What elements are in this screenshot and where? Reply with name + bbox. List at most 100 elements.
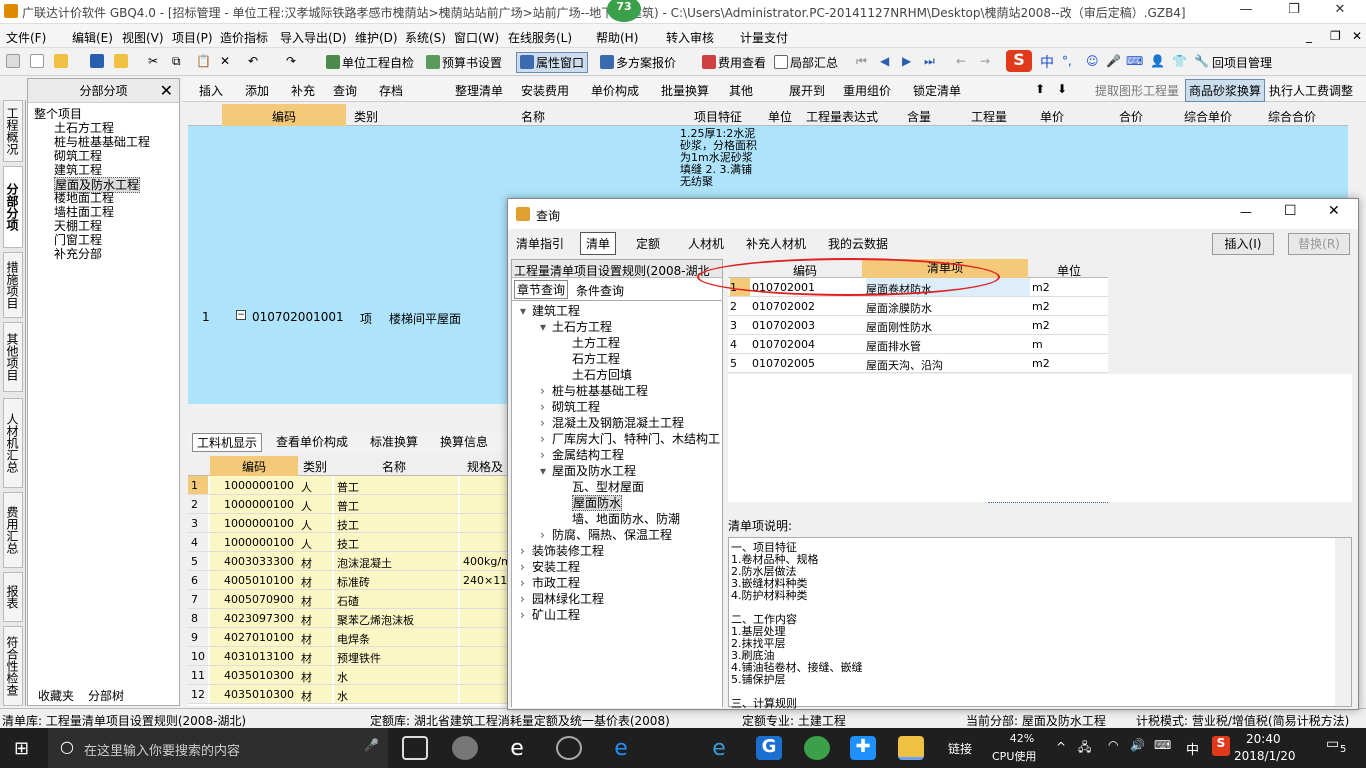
wifi-icon[interactable]: ◠ xyxy=(1108,738,1118,752)
col-content[interactable]: 含量 xyxy=(884,108,954,125)
budget-settings-button[interactable]: 预算书设置 xyxy=(426,54,502,71)
menu-window[interactable]: 窗口(W) xyxy=(454,29,499,46)
col-unit-total[interactable]: 综合单价 xyxy=(1168,108,1248,125)
menu-edit[interactable]: 编辑(E) xyxy=(72,29,113,46)
sogou-ime-icon[interactable]: S xyxy=(1006,50,1032,72)
lock-list-button[interactable]: 锁定清单 xyxy=(913,82,961,99)
tree-node[interactable]: 石方工程 xyxy=(560,351,620,367)
tree-node[interactable]: › 桩与桩基基础工程 xyxy=(540,383,648,399)
expand-arrow-icon[interactable]: › xyxy=(540,431,552,447)
expand-arrow-icon[interactable]: › xyxy=(540,415,552,431)
expand-arrow-icon[interactable]: ▾ xyxy=(540,319,552,335)
splitter-handle[interactable] xyxy=(988,502,1108,508)
insert-button[interactable]: 插入 xyxy=(199,82,223,99)
col-quantity[interactable]: 工程量 xyxy=(956,108,1022,125)
forward-icon[interactable]: → xyxy=(980,54,990,68)
back-icon[interactable]: ← xyxy=(956,54,966,68)
cell-name[interactable]: 预埋铁件 xyxy=(334,647,458,665)
tree-node[interactable]: › 厂库房大门、特种门、木结构工 xyxy=(540,431,720,447)
tab-other-items[interactable]: 其他项目 xyxy=(3,322,23,392)
return-project-button[interactable]: 回项目管理 xyxy=(1212,54,1272,71)
cell-spec[interactable] xyxy=(460,514,510,532)
menu-measure-pay[interactable]: 计量支付 xyxy=(740,29,788,46)
tree-node[interactable]: 天棚工程 xyxy=(54,219,102,233)
tab-reports[interactable]: 报表 xyxy=(3,572,23,622)
col-total[interactable]: 综合合价 xyxy=(1252,108,1332,125)
cell-name[interactable]: 聚苯乙烯泡沫板 xyxy=(334,609,458,627)
cell-list-item[interactable]: 屋面排水管 xyxy=(866,338,1030,354)
menu-file[interactable]: 文件(F) xyxy=(6,29,46,46)
keyboard-tray-icon[interactable]: ⌨ xyxy=(1154,738,1171,752)
user-icon[interactable]: 👤 xyxy=(1150,54,1165,68)
expand-arrow-icon[interactable]: › xyxy=(540,399,552,415)
expand-arrow-icon[interactable]: › xyxy=(540,527,552,543)
tree-node[interactable]: 屋面防水 xyxy=(560,495,623,511)
dialog-maximize-icon[interactable]: ☐ xyxy=(1284,203,1297,219)
col-spec[interactable]: 规格及 xyxy=(460,458,510,475)
tree-node[interactable]: › 砌筑工程 xyxy=(540,399,600,415)
expand-arrow-icon[interactable]: › xyxy=(520,575,532,591)
col-name[interactable]: 名称 xyxy=(388,108,678,125)
cell-name[interactable]: 技工 xyxy=(334,533,458,551)
cell-name[interactable]: 电焊条 xyxy=(334,628,458,646)
close-panel-icon[interactable]: ✕ xyxy=(160,79,173,103)
tree-node[interactable]: › 矿山工程 xyxy=(520,607,580,623)
table-row[interactable]: 2 010702002 屋面涂膜防水 m2 xyxy=(728,297,1108,316)
cell-code[interactable]: 4005010100 xyxy=(210,571,298,589)
cell-code[interactable]: 4035010300 xyxy=(210,666,298,684)
mic-icon[interactable]: 🎤 xyxy=(364,738,379,752)
cell-type[interactable]: 人 xyxy=(298,514,332,532)
tab-condition-query[interactable]: 条件查询 xyxy=(576,282,624,299)
multi-plan-button[interactable]: 多方案报价 xyxy=(600,54,676,71)
restore-icon[interactable]: ❐ xyxy=(1274,2,1314,22)
cell-spec[interactable] xyxy=(460,533,510,551)
new-icon[interactable] xyxy=(6,54,22,69)
cell-type[interactable]: 材 xyxy=(298,685,332,703)
prev-icon[interactable]: ◀ xyxy=(880,54,889,68)
tree-node[interactable]: › 金属结构工程 xyxy=(540,447,624,463)
tab-quota[interactable]: 定额 xyxy=(636,235,660,252)
table-row[interactable]: 12 4035010300 材水 xyxy=(188,685,510,704)
cell-spec[interactable]: 400kg/m3 xyxy=(460,552,510,570)
cell-type[interactable]: 材 xyxy=(298,571,332,589)
tree-node[interactable]: 建筑工程 xyxy=(54,163,102,177)
cell-code[interactable]: 1000000100 xyxy=(210,495,298,513)
fan-app-icon[interactable] xyxy=(452,736,478,760)
col-price[interactable]: 单价 xyxy=(1024,108,1080,125)
ie-alt-icon[interactable]: e xyxy=(706,736,732,761)
tree-node[interactable]: ▾ 屋面及防水工程 xyxy=(540,463,636,479)
tree-node[interactable]: › 市政工程 xyxy=(520,575,580,591)
tree-node[interactable]: › 园林绿化工程 xyxy=(520,591,604,607)
menu-audit[interactable]: 转入审核 xyxy=(666,29,714,46)
sogou-tray-icon[interactable]: S xyxy=(1212,736,1230,756)
dialog-minimize-icon[interactable]: — xyxy=(1240,205,1252,219)
cell-type[interactable]: 材 xyxy=(298,609,332,627)
dialog-close-icon[interactable]: ✕ xyxy=(1328,203,1340,219)
division-tree-tab[interactable]: 分部树 xyxy=(88,687,124,704)
table-row[interactable]: 5 010702005 屋面天沟、沿沟 m2 xyxy=(728,354,1108,373)
tab-convert-info[interactable]: 换算信息 xyxy=(440,433,488,450)
mdi-restore-icon[interactable]: ❐ xyxy=(1330,29,1341,43)
supplement-button[interactable]: 补充 xyxy=(291,82,315,99)
tab-labor-material[interactable]: 人材机 xyxy=(688,235,724,252)
expand-arrow-icon[interactable]: ▾ xyxy=(540,463,552,479)
cell-spec[interactable] xyxy=(460,666,510,684)
menu-cost-index[interactable]: 造价指标 xyxy=(220,29,268,46)
emoji-icon[interactable]: ☺ xyxy=(1086,54,1099,68)
copy-icon[interactable]: ⧉ xyxy=(172,54,181,69)
tab-list-guide[interactable]: 清单指引 xyxy=(516,235,564,252)
cell-spec[interactable] xyxy=(460,628,510,646)
tree-node[interactable]: › 安装工程 xyxy=(520,559,580,575)
tray-up-icon[interactable]: ^ xyxy=(1056,740,1066,754)
extract-quantity-button[interactable]: 提取图形工程量 xyxy=(1095,82,1179,99)
tree-node[interactable]: 补充分部 xyxy=(54,247,102,261)
cell-name[interactable]: 石碴 xyxy=(334,590,458,608)
table-row[interactable]: 4 010702004 屋面排水管 m xyxy=(728,335,1108,354)
cell-code[interactable]: 010702002 xyxy=(752,300,862,313)
tree-node[interactable]: 门窗工程 xyxy=(54,233,102,247)
partial-summary-checkbox[interactable]: 局部汇总 xyxy=(774,54,838,71)
tree-node[interactable]: 墙柱面工程 xyxy=(54,205,114,219)
tree-node[interactable]: › 装饰装修工程 xyxy=(520,543,604,559)
cell-name[interactable]: 泡沫混凝土 xyxy=(334,552,458,570)
expand-to-button[interactable]: 展开到 xyxy=(789,82,825,99)
